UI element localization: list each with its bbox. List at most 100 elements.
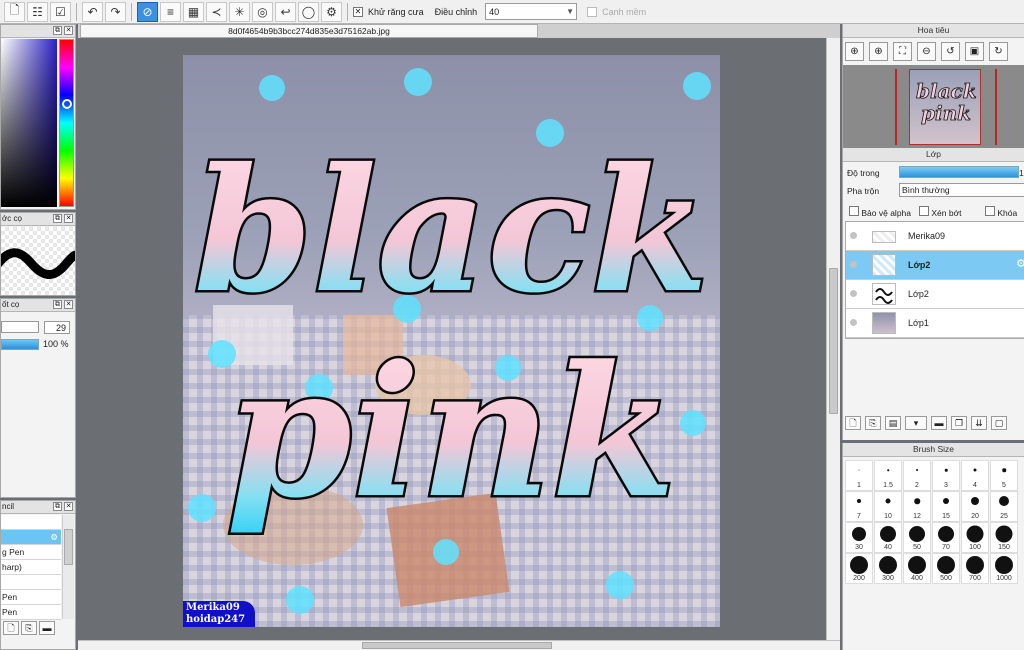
size-slider[interactable]	[1, 321, 39, 333]
antialias-checkbox[interactable]: ✕	[353, 6, 363, 17]
gear-icon[interactable]: ⚙	[321, 1, 342, 22]
tool-item[interactable]: g Pen	[1, 545, 61, 560]
new-1bit-layer-icon[interactable]: ▤	[885, 416, 901, 430]
tool-item[interactable]: harp)	[1, 560, 61, 575]
brush-size-cell[interactable]: 1000	[990, 553, 1018, 584]
density-slider[interactable]	[1, 339, 39, 350]
canvas-horizontal-scrollbar[interactable]	[78, 640, 840, 650]
rotate-right-icon[interactable]: ↻	[989, 42, 1008, 61]
blend-mode-dropdown[interactable]: Bình thường	[899, 183, 1024, 197]
layer-row[interactable]: Merika09	[846, 222, 1024, 251]
perspective-lines-icon[interactable]: ≺	[206, 1, 227, 22]
lock-checkbox[interactable]	[985, 206, 995, 216]
color-picker-square[interactable]	[1, 39, 57, 207]
tool-item[interactable]: Pen	[1, 590, 61, 605]
gear-icon[interactable]: ⚙	[50, 532, 58, 542]
close-icon[interactable]: ✕	[64, 502, 73, 511]
merge-layer-icon[interactable]: ⇊	[971, 416, 987, 430]
new-vector-layer-icon[interactable]: ⎘	[865, 416, 881, 430]
brush-size-cell[interactable]: 40	[874, 522, 902, 553]
tool-list-scrollbar[interactable]	[62, 515, 74, 619]
radial-lines-icon[interactable]: ✳	[229, 1, 250, 22]
zoom-in-alt-icon[interactable]: ⊕	[869, 42, 888, 61]
brush-size-cell[interactable]: 20	[961, 491, 989, 522]
brush-size-cell[interactable]: 400	[903, 553, 931, 584]
brush-size-cell[interactable]: 70	[932, 522, 960, 553]
size-input[interactable]: 29	[44, 321, 70, 334]
brush-size-cell[interactable]: 100	[961, 522, 989, 553]
canvas-vertical-scrollbar[interactable]	[826, 38, 840, 640]
brush-size-cell[interactable]: 4	[961, 460, 989, 491]
brush-size-cell[interactable]: 7	[845, 491, 873, 522]
brush-size-cell[interactable]: 25	[990, 491, 1018, 522]
layers-view-icon[interactable]: ☷	[27, 1, 48, 22]
edit-checklist-icon[interactable]: ☑	[50, 1, 71, 22]
tool-item[interactable]	[1, 575, 61, 590]
brush-size-cell[interactable]: 30	[845, 522, 873, 553]
scrollbar-thumb[interactable]	[64, 529, 73, 565]
close-icon[interactable]: ✕	[64, 300, 73, 309]
brush-size-cell[interactable]: 1.5	[874, 460, 902, 491]
reset-view-icon[interactable]: ▣	[965, 42, 984, 61]
copy-layer-icon[interactable]: ❐	[951, 416, 967, 430]
document-tab[interactable]: 8d0f4654b9b3bcc274d835e3d75162ab.jpg	[80, 24, 538, 38]
parallel-lines-icon[interactable]: ≡	[160, 1, 181, 22]
new-layer-icon[interactable]: 🗋	[845, 416, 861, 430]
delete-layer-icon[interactable]: ▢	[991, 416, 1007, 430]
float-icon[interactable]: ⧉	[53, 300, 62, 309]
new-file-icon[interactable]: 🗋	[4, 1, 25, 22]
brush-size-cell[interactable]: 10	[874, 491, 902, 522]
ellipse-ruler-icon[interactable]: ◯	[298, 1, 319, 22]
scrollbar-thumb[interactable]	[362, 642, 552, 649]
protect-alpha-checkbox[interactable]	[849, 206, 859, 216]
folder-icon[interactable]: ▬	[931, 416, 947, 430]
folder-icon[interactable]: ▬	[39, 621, 55, 635]
tool-item[interactable]	[1, 515, 61, 530]
copy-tool-icon[interactable]: ⎘	[21, 621, 37, 635]
layer-row[interactable]: Lớp1	[846, 309, 1024, 338]
brush-size-cell[interactable]: 500	[932, 553, 960, 584]
gear-icon[interactable]: ⚙	[1016, 257, 1024, 270]
adjust-dropdown[interactable]: 40 ▼	[485, 3, 578, 20]
hue-slider-handle[interactable]	[62, 99, 72, 109]
clipping-checkbox[interactable]	[919, 206, 929, 216]
brush-size-cell[interactable]: 150	[990, 522, 1018, 553]
brush-size-cell[interactable]: 2	[903, 460, 931, 491]
float-icon[interactable]: ⧉	[53, 214, 62, 223]
canvas-artwork[interactable]: black pink Merika09 hoidap247	[183, 55, 720, 627]
add-layer-menu-icon[interactable]: ▾	[905, 416, 927, 430]
brush-size-cell[interactable]: 300	[874, 553, 902, 584]
brush-size-cell[interactable]: 5	[990, 460, 1018, 491]
new-tool-icon[interactable]: 🗋	[3, 621, 19, 635]
undo-icon[interactable]: ↶	[82, 1, 103, 22]
rotate-left-icon[interactable]: ↺	[941, 42, 960, 61]
tool-item[interactable]: Pen	[1, 605, 61, 620]
grid-lines-icon[interactable]: ▦	[183, 1, 204, 22]
redo-icon[interactable]: ↷	[105, 1, 126, 22]
visibility-icon[interactable]	[850, 319, 857, 326]
scrollbar-thumb[interactable]	[829, 268, 838, 414]
hue-slider[interactable]	[59, 39, 74, 207]
layer-row-selected[interactable]: Lớp2 ⚙	[846, 251, 1024, 280]
tool-item-selected[interactable]: ⚙	[1, 530, 61, 545]
visibility-icon[interactable]	[850, 232, 857, 239]
close-icon[interactable]: ✕	[64, 26, 73, 35]
brush-size-cell[interactable]: 50	[903, 522, 931, 553]
curve-ruler-icon[interactable]: ↩	[275, 1, 296, 22]
fit-screen-icon[interactable]: ⛶	[893, 42, 912, 61]
brush-size-cell[interactable]: 700	[961, 553, 989, 584]
brush-size-cell[interactable]: 200	[845, 553, 873, 584]
opacity-slider[interactable]	[899, 166, 1019, 178]
zoom-out-icon[interactable]: ⊖	[917, 42, 936, 61]
float-icon[interactable]: ⧉	[53, 502, 62, 511]
zoom-in-icon[interactable]: ⊕	[845, 42, 864, 61]
brush-size-cell[interactable]: 1	[845, 460, 873, 491]
brush-size-cell[interactable]: 3	[932, 460, 960, 491]
visibility-icon[interactable]	[850, 290, 857, 297]
float-icon[interactable]: ⧉	[53, 26, 62, 35]
soft-edge-checkbox[interactable]	[587, 6, 598, 17]
brush-size-cell[interactable]: 15	[932, 491, 960, 522]
concentric-circles-icon[interactable]: ◎	[252, 1, 273, 22]
brush-size-cell[interactable]: 12	[903, 491, 931, 522]
no-ruler-icon[interactable]: ⊘	[137, 1, 158, 22]
